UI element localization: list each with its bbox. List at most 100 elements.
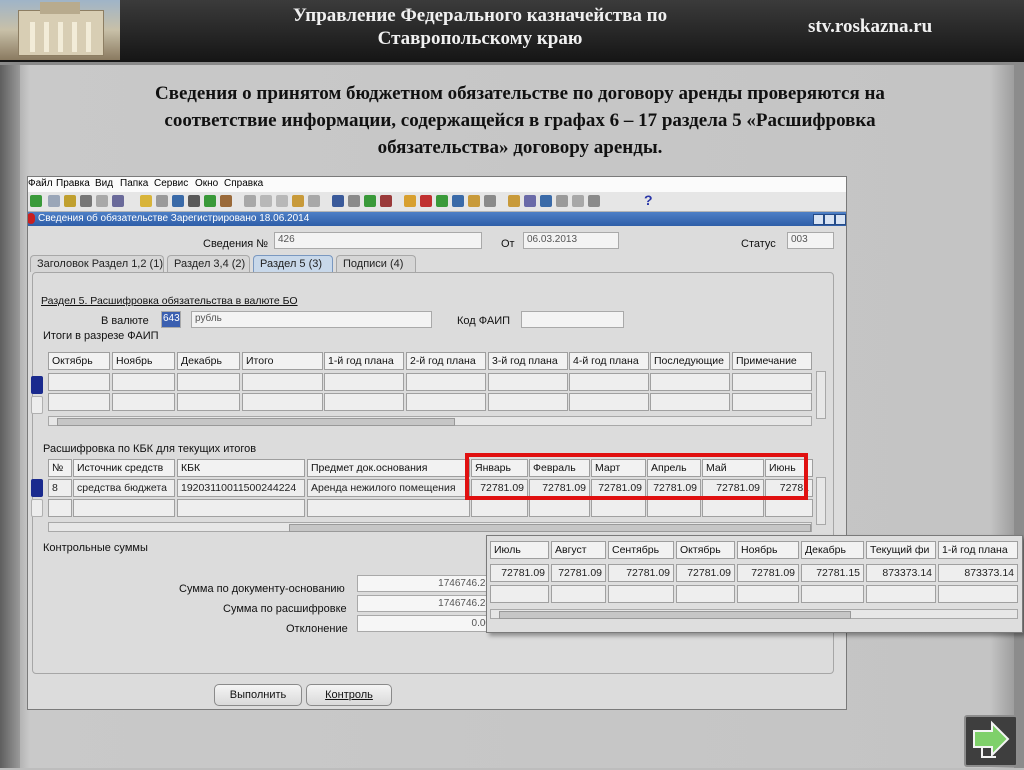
report-icon[interactable]	[508, 195, 520, 207]
menu-service[interactable]: Сервис	[154, 178, 188, 189]
table-cell[interactable]	[765, 499, 813, 517]
table-cell[interactable]	[324, 373, 404, 391]
menu-view[interactable]: Вид	[95, 178, 113, 189]
lock-icon[interactable]	[404, 195, 416, 207]
maximize-icon[interactable]	[824, 214, 835, 225]
table-cell[interactable]	[406, 393, 486, 411]
tab-header[interactable]: Заголовок Раздел 1,2 (1)	[30, 255, 164, 272]
copy-icon[interactable]	[96, 195, 108, 207]
ot-date-field[interactable]: 06.03.2013	[523, 232, 619, 249]
sum-decode-field[interactable]: 1746746.28	[357, 595, 495, 612]
table-cell[interactable]	[569, 393, 649, 411]
attach-icon[interactable]	[188, 195, 200, 207]
table-cell[interactable]: 72781.09	[490, 564, 549, 582]
check-icon[interactable]	[364, 195, 376, 207]
menu-file[interactable]: Файл	[28, 178, 53, 189]
tab-section-5[interactable]: Раздел 5 (3)	[253, 255, 333, 272]
table-cell[interactable]	[591, 499, 646, 517]
cut-icon[interactable]	[244, 195, 256, 207]
row-selector[interactable]	[31, 396, 43, 414]
table-cell[interactable]	[48, 373, 110, 391]
table-cell[interactable]: Аренда нежилого помещения	[307, 479, 470, 497]
table-cell[interactable]: 19203110011500244224	[177, 479, 305, 497]
row-selector[interactable]	[31, 376, 43, 394]
table-cell[interactable]: 873373.14	[866, 564, 936, 582]
control-button[interactable]: Контроль	[306, 684, 392, 706]
deviation-field[interactable]: 0.00	[357, 615, 495, 632]
minimize-icon[interactable]	[813, 214, 824, 225]
table-cell[interactable]	[242, 373, 323, 391]
table-cell[interactable]	[801, 585, 864, 603]
table-cell[interactable]	[406, 373, 486, 391]
settings-icon[interactable]	[524, 195, 536, 207]
menu-edit[interactable]: Правка	[56, 178, 90, 189]
table-cell[interactable]	[676, 585, 735, 603]
table-cell[interactable]	[732, 393, 812, 411]
table-cell[interactable]	[650, 373, 730, 391]
table-cell[interactable]	[938, 585, 1018, 603]
kod-faip-field[interactable]	[521, 311, 624, 328]
table-cell[interactable]	[112, 393, 175, 411]
table-cell[interactable]	[177, 393, 240, 411]
sum-doc-field[interactable]: 1746746.28	[357, 575, 495, 592]
table-cell[interactable]	[488, 393, 568, 411]
table-cell[interactable]	[324, 393, 404, 411]
table-cell[interactable]: средства бюджета	[73, 479, 175, 497]
table-cell[interactable]	[608, 585, 674, 603]
table-cell[interactable]	[529, 499, 590, 517]
note-icon[interactable]	[484, 195, 496, 207]
cancel-icon[interactable]	[380, 195, 392, 207]
currency-name-field[interactable]: рубль	[191, 311, 432, 328]
export-icon[interactable]	[204, 195, 216, 207]
eraser-icon[interactable]	[348, 195, 360, 207]
folder-icon[interactable]	[140, 195, 152, 207]
delete-icon[interactable]	[308, 195, 320, 207]
table-cell[interactable]	[112, 373, 175, 391]
table-cell[interactable]	[48, 393, 110, 411]
next-slide-button[interactable]	[964, 715, 1018, 767]
table-cell[interactable]	[48, 499, 72, 517]
table-cell[interactable]	[242, 393, 323, 411]
table-cell[interactable]	[488, 373, 568, 391]
table-cell[interactable]: 72781.09	[676, 564, 735, 582]
table-cell[interactable]	[177, 499, 305, 517]
vertical-scrollbar[interactable]	[816, 371, 826, 419]
table-cell[interactable]	[647, 499, 701, 517]
filter-icon[interactable]	[172, 195, 184, 207]
edit-icon[interactable]	[292, 195, 304, 207]
pencil-icon[interactable]	[332, 195, 344, 207]
refresh-icon[interactable]	[112, 195, 124, 207]
print-icon[interactable]	[48, 195, 60, 207]
document-icon[interactable]	[452, 195, 464, 207]
help-icon[interactable]: ?	[644, 192, 653, 208]
menu-folder[interactable]: Папка	[120, 178, 148, 189]
table-cell[interactable]: 72781.09	[737, 564, 799, 582]
duplicate-icon[interactable]	[276, 195, 288, 207]
table-cell[interactable]: 72781.09	[608, 564, 674, 582]
status-field[interactable]: 003	[787, 232, 834, 249]
table-cell[interactable]	[73, 499, 175, 517]
window-icon[interactable]	[572, 195, 584, 207]
layout-icon[interactable]	[588, 195, 600, 207]
table-cell[interactable]	[490, 585, 549, 603]
sum-icon[interactable]	[80, 195, 92, 207]
search-icon[interactable]	[156, 195, 168, 207]
table-cell[interactable]: 72781.15	[801, 564, 864, 582]
row-selector[interactable]	[31, 479, 43, 497]
table-cell[interactable]	[866, 585, 936, 603]
horizontal-scrollbar[interactable]	[48, 416, 812, 426]
vertical-scrollbar[interactable]	[816, 477, 826, 525]
tab-signatures[interactable]: Подписи (4)	[336, 255, 416, 272]
home-icon[interactable]	[556, 195, 568, 207]
table-cell[interactable]	[702, 499, 764, 517]
table-cell[interactable]	[732, 373, 812, 391]
import-icon[interactable]	[220, 195, 232, 207]
table-cell[interactable]	[307, 499, 470, 517]
history-icon[interactable]	[540, 195, 552, 207]
close-icon[interactable]	[835, 214, 846, 225]
table-cell[interactable]	[471, 499, 528, 517]
link-icon[interactable]	[436, 195, 448, 207]
execute-button[interactable]: Выполнить	[214, 684, 302, 706]
save-icon[interactable]	[30, 195, 42, 207]
sign-icon[interactable]	[420, 195, 432, 207]
